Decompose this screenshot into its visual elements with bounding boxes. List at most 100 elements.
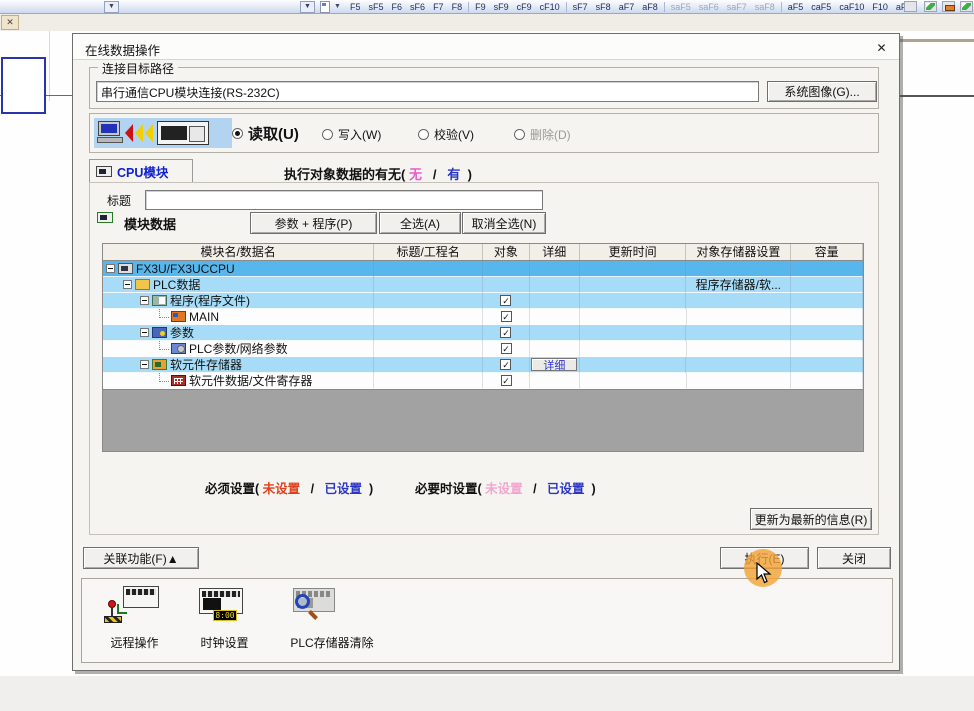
table-cell	[791, 341, 863, 357]
table-row[interactable]: FX3U/FX3UCCPU	[103, 261, 863, 277]
combo-dropdown-icon[interactable]: ▼	[104, 0, 119, 13]
editor-tab-close-icon[interactable]: ✕	[1, 15, 19, 30]
column-header[interactable]: 更新时间	[580, 244, 687, 260]
fkey-button-sF5[interactable]: sF5	[365, 1, 388, 14]
table-cell: PLC参数/网络参数	[103, 341, 374, 357]
table-row[interactable]: 参数 ✓	[103, 325, 863, 341]
device-test-icon[interactable]	[922, 0, 939, 13]
column-header[interactable]: 详细	[530, 244, 580, 260]
table-cell	[374, 277, 483, 293]
plc-memory-clear-icon[interactable]	[287, 586, 343, 630]
target-checkbox[interactable]: ✓	[501, 311, 512, 322]
fkey-button-cF9[interactable]: cF9	[513, 1, 536, 14]
refresh-button[interactable]: 更新为最新的信息(R)	[750, 508, 872, 530]
fkey-button-sF9[interactable]: sF9	[490, 1, 513, 14]
fkey-button-cF10[interactable]: cF10	[536, 1, 564, 14]
clock-setting-icon[interactable]: 8:00	[195, 586, 251, 630]
fkey-button-aF8[interactable]: aF8	[638, 1, 662, 14]
tree-collapse-icon[interactable]	[140, 296, 149, 305]
connection-path-field[interactable]: 串行通信CPU模块连接(RS-232C)	[96, 81, 759, 102]
table-cell	[374, 293, 483, 309]
tree-collapse-icon[interactable]	[123, 280, 132, 289]
plc-module-icon	[157, 121, 209, 145]
select-all-button[interactable]: 全选(A)	[379, 212, 461, 234]
fkey-button-F10[interactable]: F10	[868, 1, 892, 14]
toolbar-separator	[781, 2, 782, 12]
coil-icon[interactable]	[958, 0, 974, 13]
target-checkbox[interactable]: ✓	[500, 359, 511, 370]
required-not-set-label: 未设置	[263, 482, 301, 496]
table-row[interactable]: MAIN ✓	[103, 309, 863, 325]
target-checkbox[interactable]: ✓	[500, 295, 511, 306]
fkey-button-saF6: saF6	[695, 1, 723, 14]
table-row[interactable]: 软元件数据/文件寄存器 ✓	[103, 373, 863, 389]
table-cell	[791, 293, 863, 309]
table-cell	[687, 373, 792, 389]
editor-tabstrip: ✕	[0, 14, 974, 31]
related-functions-button[interactable]: 关联功能(F)▲	[83, 547, 199, 569]
table-row[interactable]: 程序(程序文件)✓	[103, 293, 863, 309]
toolbar-overflow-icon[interactable]: ▼	[334, 0, 341, 13]
tree-collapse-icon[interactable]	[140, 328, 149, 337]
dialog-close-icon[interactable]: ✕	[873, 39, 890, 56]
radio-write[interactable]: 写入(W)	[322, 126, 381, 143]
ladder-cell-cursor[interactable]	[1, 57, 46, 114]
radio-verify[interactable]: 校验(V)	[418, 126, 474, 143]
param-program-button[interactable]: 参数 + 程序(P)	[250, 212, 377, 234]
arrow-left-icon	[135, 124, 143, 142]
tab-cpu-module[interactable]: CPU模块	[89, 159, 193, 183]
tree-collapse-icon[interactable]	[140, 360, 149, 369]
st-window-icon[interactable]	[902, 0, 919, 13]
fkey-button-aF5[interactable]: aF5	[784, 1, 808, 14]
title-field[interactable]	[145, 190, 543, 210]
title-field-label: 标题	[107, 192, 131, 209]
fkey-button-F6[interactable]: F6	[388, 1, 407, 14]
fkey-button-F5[interactable]: F5	[346, 1, 365, 14]
column-header[interactable]: 标题/工程名	[374, 244, 483, 260]
detail-button[interactable]: 详细	[531, 358, 577, 371]
table-cell	[580, 325, 687, 341]
combo-dropdown-icon-2[interactable]: ▼	[300, 0, 315, 13]
target-checkbox[interactable]: ✓	[500, 327, 511, 338]
fkey-button-sF6[interactable]: sF6	[406, 1, 429, 14]
table-row[interactable]: PLC数据程序存储器/软...	[103, 277, 863, 293]
fkey-button-caF10[interactable]: caF10	[835, 1, 868, 14]
row-name: 软元件数据/文件寄存器	[189, 373, 312, 389]
grid-line	[49, 31, 50, 101]
column-header[interactable]: 对象	[483, 244, 530, 260]
fkey-button-sF7[interactable]: sF7	[569, 1, 592, 14]
target-checkbox[interactable]: ✓	[501, 343, 512, 354]
row-name: MAIN	[189, 310, 219, 324]
table-cell	[483, 277, 530, 293]
fkey-button-aF7[interactable]: aF7	[615, 1, 639, 14]
target-checkbox[interactable]: ✓	[501, 375, 512, 386]
fkey-button-caF5[interactable]: caF5	[807, 1, 835, 14]
close-button[interactable]: 关闭	[817, 547, 891, 569]
column-header[interactable]: 模块名/数据名	[103, 244, 374, 260]
table-row[interactable]: PLC参数/网络参数 ✓	[103, 341, 863, 357]
optional-set-label: 已设置	[547, 482, 585, 496]
table-cell	[687, 309, 792, 325]
column-header[interactable]: 容量	[791, 244, 863, 260]
tree-connector	[159, 341, 169, 350]
deselect-all-button[interactable]: 取消全选(N)	[462, 212, 546, 234]
fkey-button-sF8[interactable]: sF8	[592, 1, 615, 14]
connection-group-label: 连接目标路径	[98, 60, 178, 77]
table-empty-area	[103, 389, 863, 452]
contact-icon[interactable]	[940, 0, 957, 13]
fkey-button-F8[interactable]: F8	[448, 1, 467, 14]
tree-collapse-icon[interactable]	[106, 264, 115, 273]
system-image-button[interactable]: 系统图像(G)...	[767, 81, 877, 102]
dialog-titlebar[interactable]: 在线数据操作 ✕	[73, 34, 899, 60]
fkey-button-F9[interactable]: F9	[471, 1, 490, 14]
radio-read[interactable]: 读取(U)	[232, 123, 299, 144]
table-cell: 参数	[103, 325, 374, 341]
fkey-button-F7[interactable]: F7	[429, 1, 448, 14]
new-page-icon[interactable]	[320, 0, 330, 13]
table-cell: ✓	[483, 373, 530, 389]
row-name: 软元件存储器	[170, 357, 242, 373]
remote-operation-icon[interactable]	[107, 586, 163, 630]
execute-button[interactable]: 执行(E)	[720, 547, 809, 569]
column-header[interactable]: 对象存储器设置	[686, 244, 791, 260]
table-row[interactable]: 软元件存储器 ✓ 详细	[103, 357, 863, 373]
